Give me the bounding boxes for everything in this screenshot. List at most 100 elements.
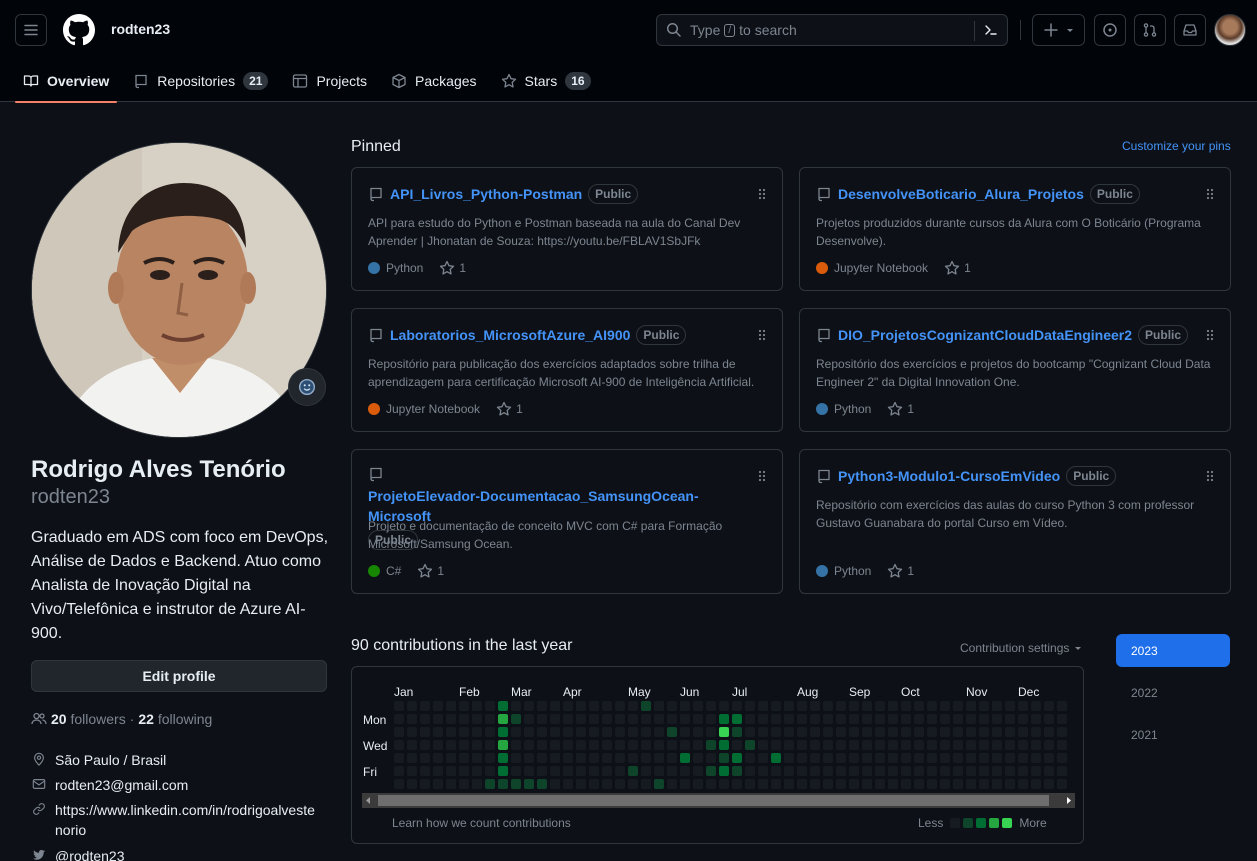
contribution-day[interactable] [446,766,456,776]
contribution-day[interactable] [576,779,586,789]
followers-link[interactable]: 20 followers [51,711,126,727]
contribution-day[interactable] [953,701,963,711]
contribution-day[interactable] [810,727,820,737]
contribution-day[interactable] [498,727,508,737]
contribution-day[interactable] [680,701,690,711]
contribution-day[interactable] [550,727,560,737]
contribution-day[interactable] [719,727,729,737]
contribution-day[interactable] [953,766,963,776]
contribution-day[interactable] [511,766,521,776]
contribution-day[interactable] [667,727,677,737]
drag-handle-icon[interactable] [1206,188,1214,200]
repo-stars-link[interactable]: 1 [887,563,914,579]
contribution-day[interactable] [628,753,638,763]
contribution-day[interactable] [914,714,924,724]
contribution-day[interactable] [719,714,729,724]
contribution-day[interactable] [485,740,495,750]
contribution-day[interactable] [459,714,469,724]
contribution-day[interactable] [927,727,937,737]
contribution-day[interactable] [1044,740,1054,750]
contribution-day[interactable] [654,727,664,737]
learn-contributions-link[interactable]: Learn how we count contributions [392,816,571,830]
contribution-day[interactable] [706,779,716,789]
contribution-day[interactable] [563,714,573,724]
drag-handle-icon[interactable] [758,188,766,200]
contribution-day[interactable] [1018,740,1028,750]
contribution-day[interactable] [693,779,703,789]
contribution-day[interactable] [745,753,755,763]
contribution-day[interactable] [849,701,859,711]
contribution-day[interactable] [654,714,664,724]
contribution-day[interactable] [888,727,898,737]
scrollbar-thumb[interactable] [378,795,1049,806]
contribution-day[interactable] [563,740,573,750]
contribution-day[interactable] [1031,779,1041,789]
repo-name-link[interactable]: Python3-Modulo1-CursoEmVideo [838,466,1060,486]
contribution-day[interactable] [849,727,859,737]
contribution-day[interactable] [654,701,664,711]
contribution-day[interactable] [589,766,599,776]
contribution-day[interactable] [797,714,807,724]
contribution-day[interactable] [1018,714,1028,724]
contribution-day[interactable] [810,714,820,724]
contribution-day[interactable] [875,727,885,737]
contribution-day[interactable] [914,779,924,789]
contribution-day[interactable] [563,766,573,776]
contribution-day[interactable] [888,766,898,776]
contribution-day[interactable] [979,714,989,724]
contribution-day[interactable] [823,714,833,724]
contribution-day[interactable] [433,740,443,750]
contribution-day[interactable] [537,779,547,789]
contribution-day[interactable] [771,779,781,789]
contribution-day[interactable] [589,753,599,763]
contribution-day[interactable] [1018,701,1028,711]
contribution-day[interactable] [784,779,794,789]
contribution-day[interactable] [394,714,404,724]
contribution-day[interactable] [511,779,521,789]
contribution-day[interactable] [667,701,677,711]
contribution-day[interactable] [862,740,872,750]
contribution-day[interactable] [992,766,1002,776]
contribution-day[interactable] [914,740,924,750]
contribution-day[interactable] [446,753,456,763]
contribution-day[interactable] [394,727,404,737]
command-palette-icon[interactable] [983,22,999,38]
contribution-day[interactable] [498,766,508,776]
contribution-day[interactable] [888,701,898,711]
contribution-day[interactable] [407,727,417,737]
contribution-day[interactable] [758,701,768,711]
contribution-day[interactable] [589,701,599,711]
contribution-day[interactable] [745,740,755,750]
contribution-day[interactable] [576,766,586,776]
contribution-day[interactable] [459,779,469,789]
contribution-day[interactable] [628,779,638,789]
contribution-day[interactable] [771,753,781,763]
contribution-day[interactable] [732,753,742,763]
contribution-day[interactable] [914,727,924,737]
contribution-day[interactable] [901,727,911,737]
contribution-day[interactable] [966,701,976,711]
contribution-day[interactable] [784,714,794,724]
contribution-day[interactable] [1005,753,1015,763]
contribution-day[interactable] [823,701,833,711]
menu-button[interactable] [15,14,47,46]
contribution-day[interactable] [693,701,703,711]
contribution-day[interactable] [732,740,742,750]
contribution-day[interactable] [1005,766,1015,776]
contribution-day[interactable] [667,779,677,789]
contribution-day[interactable] [485,701,495,711]
contribution-day[interactable] [732,714,742,724]
contribution-day[interactable] [823,740,833,750]
twitter-link[interactable]: @rodten23 [55,846,124,861]
contribution-day[interactable] [433,727,443,737]
repo-name-link[interactable]: API_Livros_Python-Postman [390,184,582,204]
contribution-day[interactable] [771,766,781,776]
contribution-day[interactable] [472,740,482,750]
contribution-day[interactable] [654,740,664,750]
contribution-day[interactable] [576,753,586,763]
contribution-day[interactable] [914,753,924,763]
contribution-day[interactable] [914,766,924,776]
contribution-day[interactable] [953,779,963,789]
contribution-day[interactable] [953,740,963,750]
contribution-day[interactable] [446,714,456,724]
